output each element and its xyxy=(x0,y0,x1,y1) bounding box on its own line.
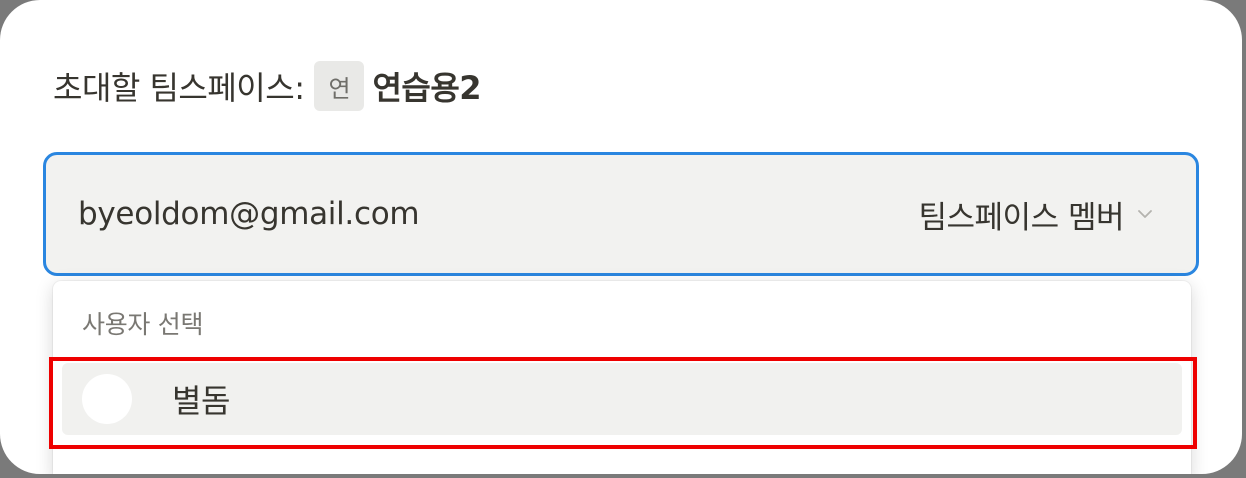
dropdown-heading: 사용자 선택 xyxy=(82,310,204,339)
user-option-name: 별돔 xyxy=(172,382,230,420)
dialog-title: 초대할 팀스페이스: xyxy=(53,69,305,107)
role-label: 팀스페이스 멤버 xyxy=(918,199,1125,236)
role-dropdown[interactable]: 팀스페이스 멤버 xyxy=(919,192,1155,237)
user-option[interactable]: 별돔 xyxy=(62,363,1182,435)
workspace-name: 연습용2 xyxy=(372,69,482,107)
chevron-down-icon xyxy=(1138,210,1152,218)
email-input[interactable] xyxy=(78,196,919,232)
dialog-title-row: 초대할 팀스페이스: 연 연습용2 xyxy=(53,61,482,111)
invite-input-field[interactable]: 팀스페이스 멤버 xyxy=(43,152,1199,276)
user-select-dropdown: 사용자 선택 별돔 xyxy=(53,281,1191,474)
workspace-icon: 연 xyxy=(314,61,365,111)
avatar xyxy=(82,374,132,424)
invite-dialog: 초대할 팀스페이스: 연 연습용2 팀스페이스 멤버 사용자 선택 별돔 xyxy=(0,0,1242,474)
